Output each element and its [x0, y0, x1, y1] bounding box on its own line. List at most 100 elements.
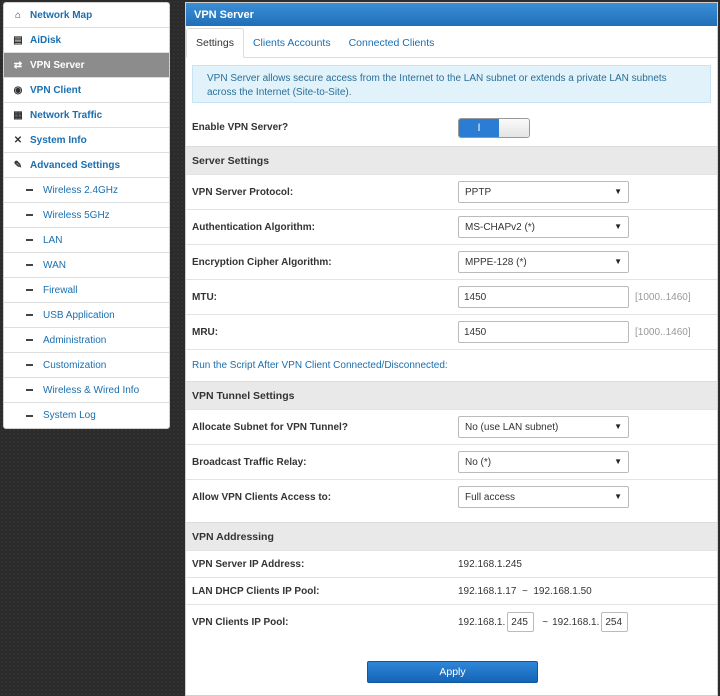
clients-pool-label: VPN Clients IP Pool: [192, 616, 289, 628]
dash-icon [26, 239, 33, 241]
nav-vpn-client[interactable]: ◉ VPN Client [4, 78, 169, 103]
broadcast-row: Broadcast Traffic Relay: No (*) ▼ [186, 444, 717, 479]
nav-label: Network Map [30, 9, 93, 21]
pool-tilde: ~ [542, 616, 549, 628]
wrench-icon: ✎ [13, 159, 23, 171]
pool-start-input[interactable]: 245 [507, 612, 535, 632]
broadcast-label: Broadcast Traffic Relay: [192, 456, 307, 468]
cipher-label: Encryption Cipher Algorithm: [192, 256, 332, 268]
nav-label: System Info [30, 134, 87, 146]
disk-icon: ▤ [13, 34, 23, 46]
cipher-select[interactable]: MPPE-128 (*) ▼ [458, 251, 629, 273]
tunnel-settings-header: VPN Tunnel Settings [186, 381, 717, 409]
mtu-label: MTU: [192, 291, 217, 303]
sub-wireless-24[interactable]: Wireless 2.4GHz [4, 178, 169, 203]
vpn-server-panel: VPN Server Settings Clients Accounts Con… [185, 2, 718, 696]
nav-label: AiDisk [30, 34, 62, 46]
access-row: Allow VPN Clients Access to: Full access… [186, 479, 717, 514]
traffic-icon: ▦ [13, 109, 23, 121]
sub-label: Wireless 2.4GHz [43, 184, 119, 196]
nav-label: Network Traffic [30, 109, 103, 121]
sub-label: Wireless 5GHz [43, 209, 110, 221]
nav-vpn-server[interactable]: ⇄ VPN Server [4, 53, 169, 78]
sub-usb-application[interactable]: USB Application [4, 303, 169, 328]
globe-icon: ◉ [13, 84, 23, 96]
toggle-off [499, 118, 529, 137]
sub-administration[interactable]: Administration [4, 328, 169, 353]
tab-settings[interactable]: Settings [186, 28, 244, 58]
vpn-server-icon: ⇄ [13, 59, 23, 71]
pool-prefix-end: 192.168.1. [552, 616, 600, 628]
enable-row: Enable VPN Server? I [186, 109, 717, 146]
sub-label: System Log [43, 410, 96, 421]
nav-label: Advanced Settings [30, 159, 121, 171]
nav-aidisk[interactable]: ▤ AiDisk [4, 28, 169, 53]
server-settings-header: Server Settings [186, 146, 717, 174]
mtu-range: [1000..1460] [635, 291, 691, 303]
protocol-select[interactable]: PPTP ▼ [458, 181, 629, 203]
auth-select[interactable]: MS-CHAPv2 (*) ▼ [458, 216, 629, 238]
select-value: No (*) [465, 456, 492, 468]
caret-down-icon: ▼ [614, 187, 622, 196]
run-script-link[interactable]: Run the Script After VPN Client Connecte… [186, 349, 717, 381]
dash-icon [26, 389, 33, 391]
caret-down-icon: ▼ [614, 492, 622, 501]
sub-firewall[interactable]: Firewall [4, 278, 169, 303]
dash-icon [26, 314, 33, 316]
clients-pool: 192.168.1. 245 ~ 192.168.1. 254 [458, 612, 632, 632]
sub-label: Wireless & Wired Info [43, 384, 140, 396]
sub-wan[interactable]: WAN [4, 253, 169, 278]
select-value: MPPE-128 (*) [465, 256, 527, 268]
access-label: Allow VPN Clients Access to: [192, 491, 332, 503]
subnet-label: Allocate Subnet for VPN Tunnel? [192, 421, 348, 433]
cipher-row: Encryption Cipher Algorithm: MPPE-128 (*… [186, 244, 717, 279]
dash-icon [26, 264, 33, 266]
dash-icon [26, 414, 33, 417]
server-ip-row: VPN Server IP Address: 192.168.1.245 [186, 550, 717, 577]
nav-system-info[interactable]: ✕ System Info [4, 128, 169, 153]
sub-label: LAN [43, 234, 63, 246]
caret-down-icon: ▼ [614, 457, 622, 466]
caret-down-icon: ▼ [614, 222, 622, 231]
panel-title: VPN Server [186, 3, 717, 26]
broadcast-select[interactable]: No (*) ▼ [458, 451, 629, 473]
nav-advanced-settings[interactable]: ✎ Advanced Settings [4, 153, 169, 178]
sub-wireless-wired-info[interactable]: Wireless & Wired Info [4, 378, 169, 403]
subnet-row: Allocate Subnet for VPN Tunnel? No (use … [186, 409, 717, 444]
sub-label: Firewall [43, 284, 78, 296]
clients-pool-row: VPN Clients IP Pool: 192.168.1. 245 ~ 19… [186, 604, 717, 639]
tab-bar: Settings Clients Accounts Connected Clie… [186, 28, 717, 58]
subnet-select[interactable]: No (use LAN subnet) ▼ [458, 416, 629, 438]
tab-connected-clients[interactable]: Connected Clients [340, 28, 444, 57]
select-value: No (use LAN subnet) [465, 421, 559, 433]
dash-icon [26, 339, 33, 341]
server-ip-value: 192.168.1.245 [458, 558, 522, 570]
select-value: Full access [465, 491, 516, 503]
sub-system-log[interactable]: System Log [4, 403, 169, 428]
apply-button[interactable]: Apply [367, 661, 538, 683]
select-value: PPTP [465, 186, 492, 198]
sub-wireless-5[interactable]: Wireless 5GHz [4, 203, 169, 228]
nav-label: VPN Server [30, 59, 85, 71]
dash-icon [26, 289, 33, 291]
sub-label: Administration [43, 334, 107, 346]
addressing-header: VPN Addressing [186, 522, 717, 550]
caret-down-icon: ▼ [614, 257, 622, 266]
mtu-row: MTU: 1450 [1000..1460] [186, 279, 717, 314]
nav-network-traffic[interactable]: ▦ Network Traffic [4, 103, 169, 128]
home-icon: ⌂ [14, 9, 22, 21]
pool-end-input[interactable]: 254 [601, 612, 629, 632]
tab-clients-accounts[interactable]: Clients Accounts [244, 28, 340, 57]
dash-icon [26, 214, 33, 216]
enable-vpn-toggle[interactable]: I [458, 117, 530, 138]
nav-network-map[interactable]: ⌂ Network Map [4, 3, 169, 28]
mtu-input[interactable]: 1450 [458, 286, 629, 308]
sub-customization[interactable]: Customization [4, 353, 169, 378]
sidebar: ⌂ Network Map ▤ AiDisk ⇄ VPN Server ◉ VP… [3, 2, 170, 429]
dhcp-pool-value: 192.168.1.17 ~ 192.168.1.50 [458, 585, 592, 597]
access-select[interactable]: Full access ▼ [458, 486, 629, 508]
sub-lan[interactable]: LAN [4, 228, 169, 253]
sub-label: WAN [43, 259, 66, 271]
mru-label: MRU: [192, 326, 219, 338]
mru-input[interactable]: 1450 [458, 321, 629, 343]
